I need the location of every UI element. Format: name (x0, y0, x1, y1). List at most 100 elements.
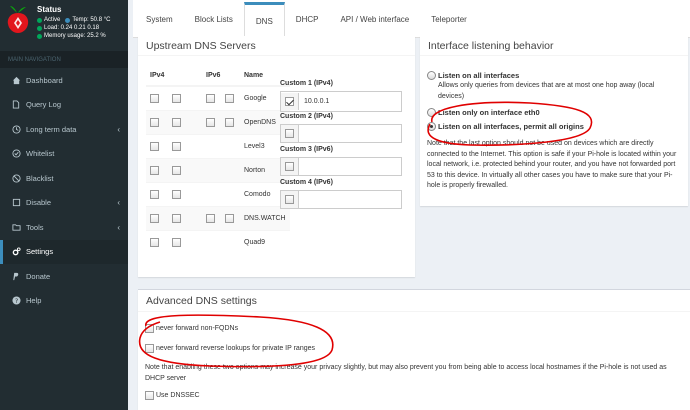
custom-dns-2: Custom 2 (IPv4) (280, 113, 402, 143)
advanced-note: Note that enabling these two options may… (145, 364, 667, 382)
nav-header: MAIN NAVIGATION (0, 51, 128, 68)
sidebar-item-label: Dashboard (26, 75, 63, 85)
advanced-dns-title: Advanced DNS settings (138, 290, 690, 312)
listen-eth0-radio[interactable] (427, 108, 436, 117)
listen-permit-all-option[interactable]: Listen on all interfaces, permit all ori… (427, 122, 584, 131)
tab-api-web-interface[interactable]: API / Web interface (329, 1, 420, 37)
sidebar-item-label: Blacklist (26, 173, 54, 183)
comodo-ipv4-2-checkbox[interactable] (172, 189, 181, 199)
advanced-dns-box: Advanced DNS settings never forward non-… (138, 289, 690, 410)
google-ipv4-1-checkbox[interactable] (150, 93, 159, 103)
listen-permit-all-radio[interactable] (427, 122, 436, 131)
dnswatch-ipv4-1-checkbox[interactable] (150, 213, 159, 223)
quad9-ipv4-1-checkbox[interactable] (150, 237, 159, 247)
table-row: Comodo (146, 181, 290, 206)
listen-all-option[interactable]: Listen on all interfaces Allows only que… (427, 71, 682, 102)
sidebar-item-blacklist[interactable]: Blacklist (0, 166, 128, 191)
tab-system[interactable]: System (135, 1, 184, 37)
upstream-dns-table: IPv4 IPv6 Name Google OpenDNS Level3 Nor… (146, 66, 290, 254)
interface-note: Note that the last option should not be … (427, 140, 677, 189)
sidebar-item-label: Donate (26, 271, 51, 281)
tab-dhcp[interactable]: DHCP (285, 1, 330, 37)
custom-dns-4-label: Custom 4 (IPv6) (280, 179, 333, 186)
norton-ipv4-1-checkbox[interactable] (150, 165, 159, 175)
sidebar-item-label: Long term data (26, 124, 77, 134)
svg-text:?: ? (14, 298, 17, 305)
active-dot-icon (37, 17, 42, 23)
status-panel: Status Active Temp: 50.8 °C Load: 0.24 0… (0, 0, 128, 48)
opendns-ipv6-2-checkbox[interactable] (225, 117, 234, 127)
status-memory: Memory usage: 25.2 % (44, 33, 106, 39)
custom-dns-3-label: Custom 3 (IPv6) (280, 146, 333, 153)
home-icon (11, 75, 21, 85)
sidebar-item-settings[interactable]: Settings (0, 239, 128, 264)
sidebar-item-donate[interactable]: Donate (0, 264, 128, 289)
settings-tabs: System Block Lists DNS DHCP API / Web in… (133, 0, 690, 38)
folder-icon (11, 222, 21, 232)
never-forward-fqdn-option[interactable]: never forward non-FQDNs (145, 324, 238, 333)
chevron-left-icon: ‹ (117, 124, 120, 134)
tab-teleporter[interactable]: Teleporter (420, 1, 478, 37)
sidebar-item-disable[interactable]: Disable ‹ (0, 191, 128, 216)
norton-ipv4-2-checkbox[interactable] (172, 165, 181, 175)
opendns-ipv4-2-checkbox[interactable] (172, 117, 181, 127)
custom-dns-1-checkbox[interactable] (285, 97, 294, 106)
ban-icon (11, 173, 21, 183)
sidebar-item-dashboard[interactable]: Dashboard (0, 68, 128, 93)
sidebar-item-query-log[interactable]: Query Log (0, 93, 128, 118)
custom-dns-3-checkbox[interactable] (285, 162, 294, 171)
never-forward-reverse-checkbox[interactable] (145, 344, 154, 353)
sidebar-item-long-term-data[interactable]: Long term data ‹ (0, 117, 128, 142)
sidebar-item-help[interactable]: ? Help (0, 289, 128, 314)
listen-all-label: Listen on all interfaces (438, 71, 520, 80)
opendns-ipv4-1-checkbox[interactable] (150, 117, 159, 127)
sidebar-item-whitelist[interactable]: Whitelist (0, 142, 128, 167)
google-ipv6-2-checkbox[interactable] (225, 93, 234, 103)
upstream-dns-title: Upstream DNS Servers (138, 36, 415, 56)
chevron-left-icon: ‹ (117, 222, 120, 232)
custom-dns-2-checkbox[interactable] (285, 129, 294, 138)
pihole-logo-icon (7, 6, 29, 33)
custom-dns-4: Custom 4 (IPv6) (280, 179, 402, 209)
gears-icon (11, 247, 21, 257)
level3-ipv4-1-checkbox[interactable] (150, 141, 159, 151)
ipv6-header: IPv6 (202, 66, 240, 87)
status-title: Status (37, 5, 62, 14)
listen-eth0-option[interactable]: Listen only on interface eth0 (427, 108, 540, 117)
upstream-dns-box: Upstream DNS Servers IPv4 IPv6 Name Goog… (138, 36, 415, 277)
interface-listening-box: Interface listening behavior Listen on a… (420, 36, 688, 206)
sidebar-item-tools[interactable]: Tools ‹ (0, 215, 128, 240)
listen-all-radio[interactable] (427, 71, 436, 80)
level3-ipv4-2-checkbox[interactable] (172, 141, 181, 151)
custom-dns-1-input[interactable]: 10.0.0.1 (299, 98, 329, 105)
dnswatch-ipv6-2-checkbox[interactable] (225, 213, 234, 223)
opendns-ipv6-1-checkbox[interactable] (206, 117, 215, 127)
sidebar-item-label: Help (26, 296, 42, 306)
ipv4-header: IPv4 (146, 66, 202, 87)
tab-block-lists[interactable]: Block Lists (184, 1, 244, 37)
quad9-ipv4-2-checkbox[interactable] (172, 237, 181, 247)
paypal-icon (11, 271, 21, 281)
custom-dns-4-checkbox[interactable] (285, 195, 294, 204)
never-forward-reverse-option[interactable]: never forward reverse lookups for privat… (145, 344, 315, 353)
status-active: Active (44, 17, 61, 23)
table-row: Google (146, 85, 290, 110)
google-ipv4-2-checkbox[interactable] (172, 93, 181, 103)
sidebar-item-label: Settings (26, 247, 54, 257)
use-dnssec-checkbox[interactable] (145, 391, 154, 400)
use-dnssec-option[interactable]: Use DNSSEC (145, 391, 200, 400)
use-dnssec-label: Use DNSSEC (156, 392, 200, 399)
tab-dns[interactable]: DNS (243, 2, 285, 38)
file-icon (11, 100, 21, 110)
comodo-ipv4-1-checkbox[interactable] (150, 189, 159, 199)
listen-eth0-label: Listen only on interface eth0 (438, 108, 540, 117)
server-name: Quad9 (240, 229, 290, 254)
dnswatch-ipv4-2-checkbox[interactable] (172, 213, 181, 223)
table-row: Norton (146, 157, 290, 182)
table-row: OpenDNS (146, 109, 290, 134)
never-forward-fqdn-checkbox[interactable] (145, 324, 154, 333)
table-row: Level3 (146, 133, 290, 158)
dnswatch-ipv6-1-checkbox[interactable] (206, 213, 215, 223)
google-ipv6-1-checkbox[interactable] (206, 93, 215, 103)
never-forward-fqdn-label: never forward non-FQDNs (156, 325, 239, 332)
